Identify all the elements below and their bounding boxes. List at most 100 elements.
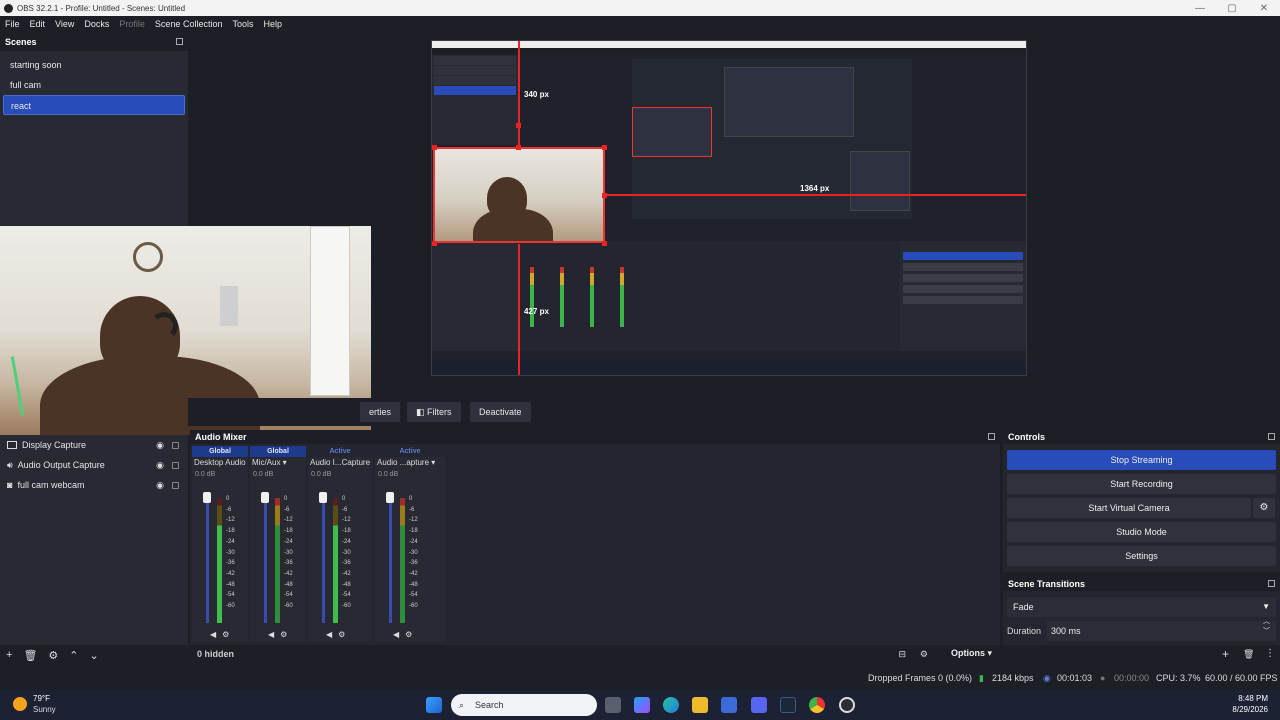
- bitrate: 2184 kbps: [992, 673, 1034, 683]
- scene-item-starting-soon[interactable]: starting soon: [3, 55, 185, 75]
- channel-settings-icon[interactable]: ⚙: [338, 630, 345, 639]
- copilot-icon[interactable]: [634, 697, 650, 713]
- visibility-eye-icon[interactable]: ◉: [156, 460, 164, 471]
- dock-float-icon[interactable]: [1268, 433, 1275, 440]
- start-recording-button[interactable]: Start Recording: [1007, 474, 1276, 494]
- clock-date[interactable]: 8/29/2026: [1232, 705, 1268, 714]
- resize-handle[interactable]: [602, 193, 607, 198]
- windows-start-icon[interactable]: [426, 697, 442, 713]
- nested-ctrl-button: [903, 296, 1023, 304]
- nested-scenes-dock: [432, 55, 518, 145]
- volume-fader[interactable]: [319, 492, 327, 503]
- menu-view[interactable]: View: [50, 19, 79, 29]
- advanced-audio-icon[interactable]: ⚙: [920, 649, 928, 660]
- channel-settings-icon[interactable]: ⚙: [280, 630, 287, 639]
- signal-bars-icon: ▮: [979, 673, 984, 683]
- duration-field[interactable]: 300 ms ︿ ﹀: [1047, 618, 1276, 641]
- menu-edit[interactable]: Edit: [25, 19, 51, 29]
- lock-icon[interactable]: [172, 461, 179, 469]
- menu-file[interactable]: File: [0, 19, 25, 29]
- file-explorer-icon[interactable]: [692, 697, 708, 713]
- selected-webcam-source[interactable]: [433, 147, 605, 243]
- menu-scene-collection[interactable]: Scene Collection: [150, 19, 228, 29]
- volume-fader[interactable]: [203, 492, 211, 503]
- channel-settings-icon[interactable]: ⚙: [222, 630, 229, 639]
- virtual-camera-gear-icon[interactable]: ⚙: [1253, 498, 1275, 518]
- visibility-eye-icon[interactable]: ◉: [156, 480, 164, 491]
- maximize-button[interactable]: ▢: [1216, 3, 1248, 14]
- clock-time[interactable]: 8:48 PM: [1238, 694, 1268, 703]
- move-down-icon[interactable]: ⌄: [90, 649, 99, 662]
- resize-handle[interactable]: [432, 241, 437, 246]
- source-item-full-cam-webcam[interactable]: ◙ full cam webcam ◉: [0, 475, 188, 495]
- filters-button[interactable]: ◧ Filters: [407, 402, 461, 422]
- deactivate-button[interactable]: Deactivate: [470, 402, 531, 422]
- lock-icon[interactable]: [172, 481, 179, 489]
- weather-temperature[interactable]: 79°F: [33, 694, 50, 703]
- menu-docks[interactable]: Docks: [79, 19, 114, 29]
- channel-name[interactable]: Desktop Audio ▾: [192, 457, 248, 469]
- resize-handle[interactable]: [516, 145, 521, 150]
- add-transition-icon[interactable]: +: [1222, 647, 1229, 661]
- mute-speaker-icon[interactable]: ◀: [268, 630, 274, 639]
- transition-select[interactable]: Fade ▼: [1007, 597, 1276, 617]
- microsoft-store-icon[interactable]: [721, 697, 737, 713]
- transition-more-icon[interactable]: ⋮: [1265, 648, 1275, 659]
- weather-sun-icon[interactable]: [13, 697, 27, 711]
- task-view-icon[interactable]: [605, 697, 621, 713]
- settings-button[interactable]: Settings: [1007, 546, 1276, 566]
- lock-icon[interactable]: [172, 441, 179, 449]
- hidden-count[interactable]: 0 hidden: [197, 649, 234, 659]
- remove-transition-icon[interactable]: 🗑︎: [1243, 649, 1254, 660]
- source-item-audio-output-capture[interactable]: 🔊︎ Audio Output Capture ◉: [0, 455, 188, 475]
- options-button[interactable]: Options ▾: [951, 648, 992, 659]
- channel-name[interactable]: Audio ...apture ▾: [375, 457, 445, 469]
- channel-name[interactable]: Audio I...Capture ▾: [308, 457, 372, 469]
- resize-handle[interactable]: [432, 145, 437, 150]
- weather-condition[interactable]: Sunny: [33, 705, 56, 714]
- dock-float-icon[interactable]: [1268, 580, 1275, 587]
- stop-streaming-button[interactable]: Stop Streaming: [1007, 450, 1276, 470]
- dock-float-icon[interactable]: [176, 38, 183, 45]
- menu-help[interactable]: Help: [258, 19, 287, 29]
- remove-source-icon[interactable]: 🗑︎: [23, 649, 37, 662]
- steam-icon[interactable]: [780, 697, 796, 713]
- channel-name[interactable]: Mic/Aux ▾: [250, 457, 306, 469]
- close-button[interactable]: ✕: [1248, 3, 1280, 14]
- resize-handle[interactable]: [516, 123, 521, 128]
- scene-item-full-cam[interactable]: full cam: [3, 75, 185, 95]
- studio-mode-button[interactable]: Studio Mode: [1007, 522, 1276, 542]
- channel-status: Global: [192, 446, 248, 457]
- mixer-layout-icon[interactable]: ⊟: [898, 649, 906, 660]
- source-item-display-capture[interactable]: Display Capture ◉: [0, 435, 188, 455]
- minimize-button[interactable]: —: [1184, 3, 1216, 14]
- channel-db: 0.0 dB: [311, 471, 332, 478]
- mixer-channel-audio-output-capture: Active Audio ...apture ▾ 0.0 dB 0 -6 -12 -1…: [375, 446, 445, 642]
- scene-item-react[interactable]: react: [3, 95, 185, 115]
- duration-stepper-icon[interactable]: ︿ ﹀: [1263, 617, 1270, 637]
- edge-browser-icon[interactable]: [663, 697, 679, 713]
- preview-canvas[interactable]: 340 px 1364 px 427 px: [431, 40, 1027, 376]
- dock-float-icon[interactable]: [988, 433, 995, 440]
- controls-title: Controls: [1008, 432, 1045, 442]
- obs-taskbar-icon[interactable]: [839, 697, 855, 713]
- visibility-eye-icon[interactable]: ◉: [156, 440, 164, 451]
- mute-speaker-icon[interactable]: ◀: [210, 630, 216, 639]
- channel-settings-icon[interactable]: ⚙: [405, 630, 412, 639]
- mute-speaker-icon[interactable]: ◀: [393, 630, 399, 639]
- taskbar-search[interactable]: ⌕ Search: [451, 694, 597, 716]
- volume-fader[interactable]: [386, 492, 394, 503]
- add-source-icon[interactable]: +: [6, 649, 12, 661]
- volume-fader[interactable]: [261, 492, 269, 503]
- resize-handle[interactable]: [602, 241, 607, 246]
- menu-profile[interactable]: Profile: [114, 19, 150, 29]
- mute-speaker-icon[interactable]: ◀: [326, 630, 332, 639]
- move-up-icon[interactable]: ⌃: [69, 649, 78, 662]
- menu-tools[interactable]: Tools: [227, 19, 258, 29]
- chrome-icon[interactable]: [809, 697, 825, 713]
- resize-handle[interactable]: [602, 145, 607, 150]
- properties-button[interactable]: erties: [360, 402, 401, 422]
- discord-icon[interactable]: [751, 697, 767, 713]
- source-properties-gear-icon[interactable]: ⚙: [48, 649, 58, 662]
- start-virtual-camera-button[interactable]: Start Virtual Camera: [1007, 498, 1251, 518]
